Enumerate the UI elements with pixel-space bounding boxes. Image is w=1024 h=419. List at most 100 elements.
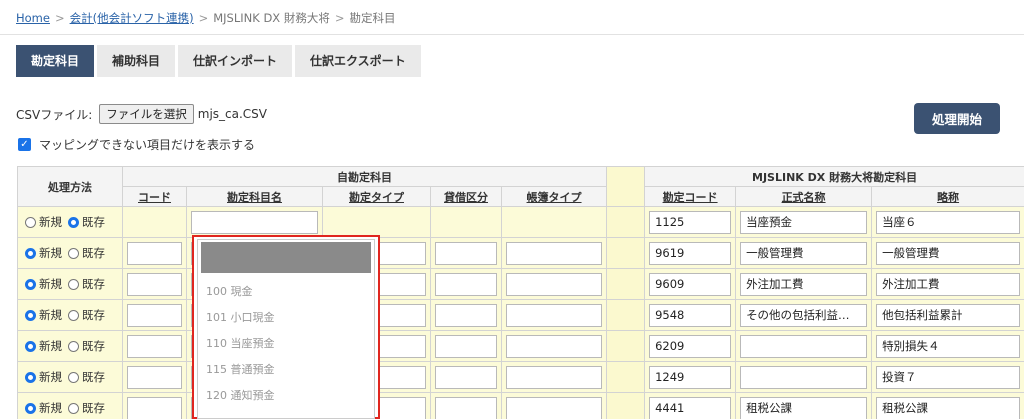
mjs-short-input[interactable]: 投資７ [876, 365, 1021, 389]
mjs-short-header[interactable]: 略称 [871, 186, 1024, 207]
radio-existing[interactable] [68, 340, 79, 352]
own-debit-credit-input[interactable] [435, 365, 497, 389]
radio-new[interactable] [25, 402, 36, 414]
mjs-short-input[interactable]: 当座６ [876, 210, 1021, 234]
radio-existing[interactable] [68, 278, 79, 290]
tab-accounts[interactable]: 勘定科目 [16, 45, 95, 77]
radio-existing[interactable] [68, 402, 79, 414]
mjs-name-input[interactable]: その他の包括利益… [740, 303, 868, 327]
radio-new[interactable] [25, 278, 36, 290]
mjs-code-input[interactable]: 4441 [649, 396, 732, 419]
mjs-name-input[interactable] [740, 365, 868, 389]
own-debit-credit-input[interactable] [435, 272, 497, 296]
dropdown-option[interactable]: 110 当座預金 [206, 335, 275, 351]
own-code-input[interactable] [127, 334, 182, 358]
own-code-input[interactable] [127, 241, 182, 265]
own-book-type-input[interactable] [506, 241, 603, 265]
mjs-name-header[interactable]: 正式名称 [735, 186, 873, 207]
csv-file-row: CSVファイル: ファイルを選択 mjs_ca.CSV [16, 104, 267, 124]
breadcrumb-separator: > [54, 11, 65, 25]
table-row: 新規 既存 9548 その他の包括利益… 他包括利益累計 [17, 299, 1024, 331]
radio-existing[interactable] [68, 309, 79, 321]
radio-new[interactable] [25, 247, 36, 259]
own-debit-credit-input[interactable] [435, 241, 497, 265]
mjs-code-input[interactable]: 1125 [649, 210, 732, 234]
mjs-code-input[interactable]: 9619 [649, 241, 732, 265]
own-debit-credit-input[interactable] [435, 334, 497, 358]
mjs-code-input[interactable]: 6209 [649, 334, 732, 358]
method-cell: 新規 既存 [17, 237, 123, 269]
own-code-input[interactable] [127, 272, 182, 296]
mjs-short-input[interactable]: 他包括利益累計 [876, 303, 1021, 327]
mjs-short-input[interactable]: 一般管理費 [876, 241, 1021, 265]
own-type-cell [322, 206, 431, 238]
mjs-name-input[interactable]: 外注加工費 [740, 272, 868, 296]
choose-file-button[interactable]: ファイルを選択 [99, 104, 194, 124]
mjs-code-input[interactable]: 9548 [649, 303, 732, 327]
own-code-input[interactable] [127, 396, 182, 419]
mjs-code-input[interactable]: 1249 [649, 365, 732, 389]
table-row: 新規 既存 1249 投資７ [17, 361, 1024, 393]
breadcrumb-home-link[interactable]: Home [16, 11, 50, 25]
radio-existing[interactable] [68, 371, 79, 383]
spacer-cell [606, 268, 646, 300]
own-debit-credit-header[interactable]: 貸借区分 [430, 186, 502, 207]
mjs-short-input[interactable]: 特別損失４ [876, 334, 1021, 358]
own-book-type-cell [500, 206, 608, 238]
own-name-input-active[interactable] [191, 210, 318, 234]
breadcrumb-current: 勘定科目 [349, 11, 396, 25]
own-book-type-input[interactable] [506, 303, 603, 327]
own-type-header[interactable]: 勘定タイプ [322, 186, 431, 207]
method-cell: 新規 既存 [17, 361, 123, 393]
radio-existing[interactable] [68, 247, 79, 259]
radio-existing[interactable] [68, 216, 79, 228]
mjs-name-input[interactable]: 租税公課 [740, 396, 868, 419]
own-book-type-header[interactable]: 帳簿タイプ [500, 186, 608, 207]
dropdown-option[interactable]: 120 通知預金 [206, 387, 275, 403]
table-row: 新規 既存 9619 一般管理費 一般管理費 [17, 237, 1024, 269]
filter-row: ✓ マッピングできない項目だけを表示する [18, 136, 255, 153]
own-name-header[interactable]: 勘定科目名 [186, 186, 323, 207]
dropdown-list: 100 現金 101 小口現金 110 当座預金 115 普通預金 120 通知… [197, 239, 375, 419]
tab-sub-accounts[interactable]: 補助科目 [97, 45, 176, 77]
dropdown-option[interactable]: 115 普通預金 [206, 361, 275, 377]
breadcrumb-separator: > [198, 11, 209, 25]
dropdown-search-box[interactable] [201, 242, 371, 273]
mjs-code-header[interactable]: 勘定コード [644, 186, 737, 207]
radio-existing-label: 既存 [82, 277, 105, 291]
own-book-type-input[interactable] [506, 272, 603, 296]
own-book-type-input[interactable] [506, 365, 603, 389]
mjs-code-input[interactable]: 9609 [649, 272, 732, 296]
table-row: 新規 既存 1125 当座預金 当座６ [17, 206, 1024, 238]
own-code-header[interactable]: コード [122, 186, 187, 207]
radio-new[interactable] [25, 216, 36, 228]
tab-bar: 勘定科目 補助科目 仕訳インポート 仕訳エクスポート [16, 45, 424, 77]
own-book-type-input[interactable] [506, 334, 603, 358]
own-book-type-input[interactable] [506, 396, 603, 419]
tab-journal-export[interactable]: 仕訳エクスポート [295, 45, 421, 77]
radio-new-label: 新規 [39, 370, 62, 384]
method-cell: 新規 既存 [17, 330, 123, 362]
own-code-input[interactable] [127, 365, 182, 389]
unmapped-only-checkbox[interactable]: ✓ [18, 138, 31, 151]
mjs-name-input[interactable]: 一般管理費 [740, 241, 868, 265]
radio-existing-label: 既存 [82, 215, 105, 229]
own-debit-credit-input[interactable] [435, 396, 497, 419]
breadcrumb-accounting-link[interactable]: 会計(他会計ソフト連携) [70, 11, 194, 25]
mjs-short-input[interactable]: 租税公課 [876, 396, 1021, 419]
dropdown-option[interactable]: 100 現金 [206, 283, 253, 299]
radio-new[interactable] [25, 371, 36, 383]
method-cell: 新規 既存 [17, 206, 123, 238]
radio-new[interactable] [25, 340, 36, 352]
radio-new-label: 新規 [39, 215, 62, 229]
mjs-short-input[interactable]: 外注加工費 [876, 272, 1021, 296]
mjs-name-input[interactable]: 当座預金 [740, 210, 868, 234]
tab-journal-import[interactable]: 仕訳インポート [178, 45, 293, 77]
own-account-group-header: 自勘定科目 [121, 166, 608, 187]
start-process-button[interactable]: 処理開始 [914, 103, 1000, 134]
own-code-input[interactable] [127, 303, 182, 327]
mjs-name-input[interactable] [740, 334, 868, 358]
radio-new[interactable] [25, 309, 36, 321]
own-debit-credit-input[interactable] [435, 303, 497, 327]
dropdown-option[interactable]: 101 小口現金 [206, 309, 275, 325]
